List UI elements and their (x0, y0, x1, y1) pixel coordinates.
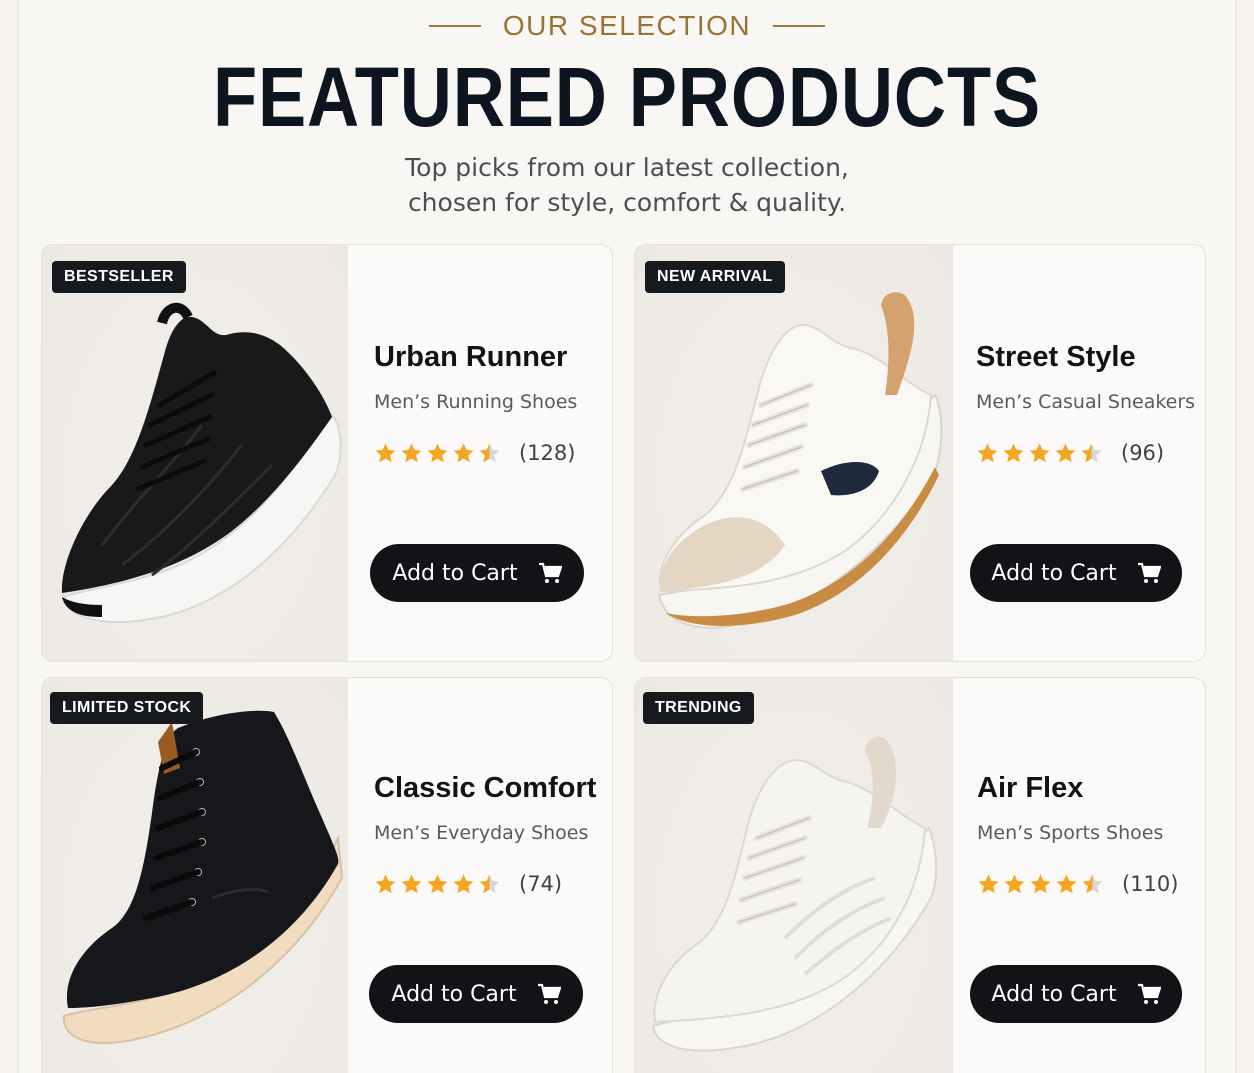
white-knit-sports-shoe-icon (651, 736, 938, 1052)
product-card[interactable]: TRENDING Air Flex Men’s Sports Shoes (11… (634, 677, 1206, 1073)
product-card[interactable]: NEW ARRIVAL Street Style Men’s Casual Sn… (634, 244, 1206, 662)
star-rating (374, 442, 501, 465)
star-icon (375, 873, 396, 893)
product-badge: LIMITED STOCK (50, 692, 204, 724)
add-to-cart-label: Add to Cart (991, 981, 1117, 1007)
product-badge: NEW ARRIVAL (645, 261, 785, 293)
product-card[interactable]: BESTSELLER Urban Runner Men’s Running Sh… (41, 244, 613, 662)
review-count: (96) (1121, 441, 1165, 465)
subtitle-line-2: chosen for style, comfort & quality. (407, 188, 847, 217)
star-icon (479, 442, 500, 462)
star-icon (1003, 442, 1024, 462)
product-name[interactable]: Urban Runner (374, 341, 567, 374)
subtitle-line-1: Top picks from our latest collection, (405, 153, 849, 182)
product-badge: TRENDING (643, 692, 754, 724)
product-image[interactable] (635, 678, 953, 1073)
star-icon (1030, 873, 1051, 893)
product-category: Men’s Everyday Shoes (374, 822, 589, 844)
cart-icon (538, 562, 562, 583)
add-to-cart-label: Add to Cart (391, 981, 517, 1007)
star-rating (977, 873, 1104, 896)
product-rating: (74) (374, 872, 562, 896)
star-icon (401, 873, 422, 893)
star-icon (1056, 873, 1077, 893)
product-rating: (110) (977, 872, 1178, 896)
eyebrow-rule-left (428, 25, 481, 27)
star-icon (401, 442, 422, 462)
star-icon (427, 873, 448, 893)
product-image[interactable] (42, 245, 348, 661)
product-category: Men’s Casual Sneakers (976, 391, 1196, 413)
star-icon (479, 873, 500, 893)
add-to-cart-label: Add to Cart (991, 560, 1117, 586)
product-name[interactable]: Street Style (976, 341, 1136, 374)
product-rating: (96) (976, 441, 1164, 465)
review-count: (110) (1122, 872, 1179, 896)
product-rating: (128) (374, 441, 575, 465)
star-icon (1081, 442, 1102, 462)
add-to-cart-button[interactable]: Add to Cart (369, 965, 583, 1023)
star-icon (977, 442, 998, 462)
star-rating (374, 873, 501, 896)
review-count: (74) (519, 872, 563, 896)
star-icon (978, 873, 999, 893)
product-category: Men’s Running Shoes (374, 391, 578, 413)
star-rating (976, 442, 1103, 465)
page-subtitle: Top picks from our latest collection, ch… (0, 150, 1254, 220)
page-title: FEATURED PRODUCTS (213, 50, 1041, 144)
product-card[interactable]: LIMITED STOCK Classic Comfort Men’s Ever… (41, 677, 613, 1073)
star-icon (1029, 442, 1050, 462)
add-to-cart-button[interactable]: Add to Cart (970, 544, 1182, 602)
add-to-cart-label: Add to Cart (392, 560, 518, 586)
star-icon (375, 442, 396, 462)
star-icon (1004, 873, 1025, 893)
product-image[interactable] (42, 678, 348, 1073)
review-count: (128) (519, 441, 576, 465)
star-icon (1055, 442, 1076, 462)
product-category: Men’s Sports Shoes (977, 822, 1164, 844)
product-badge: BESTSELLER (52, 261, 186, 293)
eyebrow-rule-right (773, 25, 826, 27)
star-icon (453, 873, 474, 893)
add-to-cart-button[interactable]: Add to Cart (970, 965, 1182, 1023)
cart-icon (1137, 983, 1161, 1004)
cart-icon (537, 983, 561, 1004)
star-icon (427, 442, 448, 462)
eyebrow-text: OUR SELECTION (502, 10, 752, 41)
star-icon (453, 442, 474, 462)
product-name[interactable]: Air Flex (977, 772, 1083, 805)
cart-icon (1137, 562, 1161, 583)
add-to-cart-button[interactable]: Add to Cart (370, 544, 584, 602)
star-icon (1082, 873, 1103, 893)
black-knit-running-shoe-icon (61, 303, 342, 623)
product-name[interactable]: Classic Comfort (374, 772, 596, 805)
white-beige-casual-sneaker-icon (657, 292, 943, 629)
section-eyebrow: OUR SELECTION (0, 10, 1254, 42)
black-high-top-sneaker-icon (62, 710, 344, 1044)
product-image[interactable] (635, 245, 953, 661)
